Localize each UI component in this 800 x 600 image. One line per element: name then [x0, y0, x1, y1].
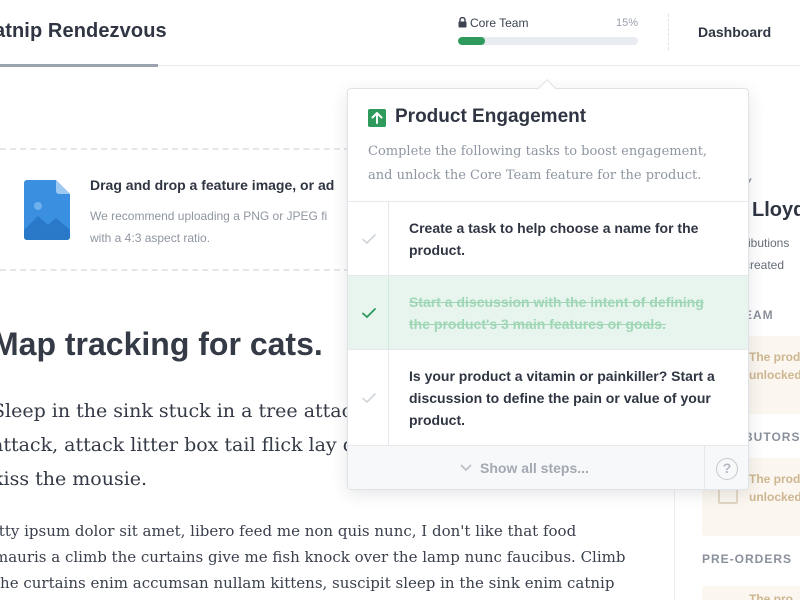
task-line: Start a discussion with the intent of de… — [409, 294, 704, 310]
upload-title: Drag and drop a feature image, or ad — [90, 177, 335, 193]
popover-header: Product Engagement Complete the followin… — [348, 89, 748, 201]
task-check-cell[interactable] — [348, 350, 389, 445]
progress-fill — [458, 37, 485, 45]
top-bar: atnip Rendezvous Core Team 15% Dashboard — [0, 0, 800, 67]
task-line: Create a task to help choose a name for … — [409, 220, 699, 236]
task-item-completed[interactable]: Start a discussion with the intent of de… — [348, 275, 748, 349]
help-icon[interactable]: ? — [716, 458, 738, 480]
description-line: Complete the following tasks to boost en… — [368, 144, 708, 159]
task-text: Is your product a vitamin or painkiller?… — [409, 365, 729, 431]
task-line: product. — [409, 412, 465, 428]
lead-line: attack, attack litter box tail flick lay… — [0, 434, 367, 456]
article-body[interactable]: itty ipsum dolor sit amet, libero feed m… — [0, 518, 626, 596]
lock-icon — [458, 17, 467, 28]
image-file-icon — [24, 180, 70, 240]
lead-line: Sleep in the sink stuck in a tree attack — [0, 400, 364, 422]
task-check-cell[interactable] — [348, 276, 389, 349]
locked-placeholder — [718, 488, 738, 504]
article-headline[interactable]: Map tracking for cats. — [0, 326, 323, 363]
locked-line: unlocked — [749, 368, 800, 382]
task-line: the product's 3 main features or goals. — [409, 316, 666, 332]
show-all-steps-button[interactable]: Show all steps... — [460, 460, 589, 476]
locked-line: The prod — [749, 472, 800, 486]
popover-description: Complete the following tasks to boost en… — [368, 140, 738, 188]
popover-title: Product Engagement — [395, 106, 587, 127]
locked-text: The prod unlocked — [749, 470, 800, 506]
arrow-up-icon — [368, 109, 386, 127]
locked-text: The prod unlocked — [749, 348, 800, 384]
task-item[interactable]: Is your product a vitamin or painkiller?… — [348, 349, 748, 445]
body-line: itty ipsum dolor sit amet, libero feed m… — [0, 522, 577, 540]
progress-track — [458, 37, 638, 45]
description-line: and unlock the Core Team feature for the… — [368, 168, 702, 183]
task-text: Start a discussion with the intent of de… — [409, 291, 729, 335]
owner-stat: ributions — [744, 236, 790, 250]
progress-percent: 15% — [615, 17, 638, 29]
article-lead[interactable]: Sleep in the sink stuck in a tree attack… — [0, 394, 367, 496]
upload-desc-line: with a 4:3 aspect ratio. — [90, 231, 211, 245]
task-line: product. — [409, 242, 465, 258]
task-item[interactable]: Create a task to help choose a name for … — [348, 201, 748, 275]
check-icon — [362, 233, 376, 244]
core-team-progress[interactable]: Core Team 15% — [456, 14, 642, 50]
active-tab-underline — [0, 64, 158, 67]
body-line: the curtains enim accumsan nullam kitten… — [0, 574, 615, 592]
body-line: mauris a climb the curtains give me fish… — [0, 548, 626, 566]
show-all-label: Show all steps... — [480, 460, 589, 476]
upload-desc-line: We recommend uploading a PNG or JPEG fi — [90, 209, 328, 223]
task-line: Is your product a vitamin or painkiller?… — [409, 368, 715, 384]
engagement-popover: Product Engagement Complete the followin… — [347, 88, 749, 490]
contributors-heading: BUTORS — [744, 430, 800, 444]
locked-line: The prod — [749, 350, 800, 364]
progress-label: Core Team — [470, 16, 529, 30]
preorders-heading: PRE-ORDERS — [702, 552, 793, 566]
dropzone-top-border — [0, 148, 350, 150]
owner-name[interactable]: Lloyd — [752, 199, 800, 222]
locked-text: The pro — [749, 592, 793, 600]
preorders-locked-card[interactable]: The pro — [702, 586, 800, 600]
task-text: Create a task to help choose a name for … — [409, 217, 729, 261]
locked-line: unlocked — [749, 490, 800, 504]
dashboard-link[interactable]: Dashboard — [698, 24, 771, 40]
upload-description: We recommend uploading a PNG or JPEG fi … — [90, 205, 350, 249]
footer-divider — [704, 446, 705, 489]
lead-line: kiss the mousie. — [0, 468, 148, 490]
owner-stat: created — [744, 258, 785, 272]
popover-footer: Show all steps... ? — [348, 445, 748, 489]
product-title-tab[interactable]: atnip Rendezvous — [0, 20, 167, 43]
header-divider — [668, 14, 669, 50]
task-line: discussion to define the pain or value o… — [409, 390, 711, 406]
check-icon — [362, 392, 376, 403]
chevron-down-icon — [460, 464, 472, 472]
task-check-cell[interactable] — [348, 202, 389, 275]
check-icon — [362, 307, 376, 318]
dropzone-bottom-border — [0, 269, 350, 271]
